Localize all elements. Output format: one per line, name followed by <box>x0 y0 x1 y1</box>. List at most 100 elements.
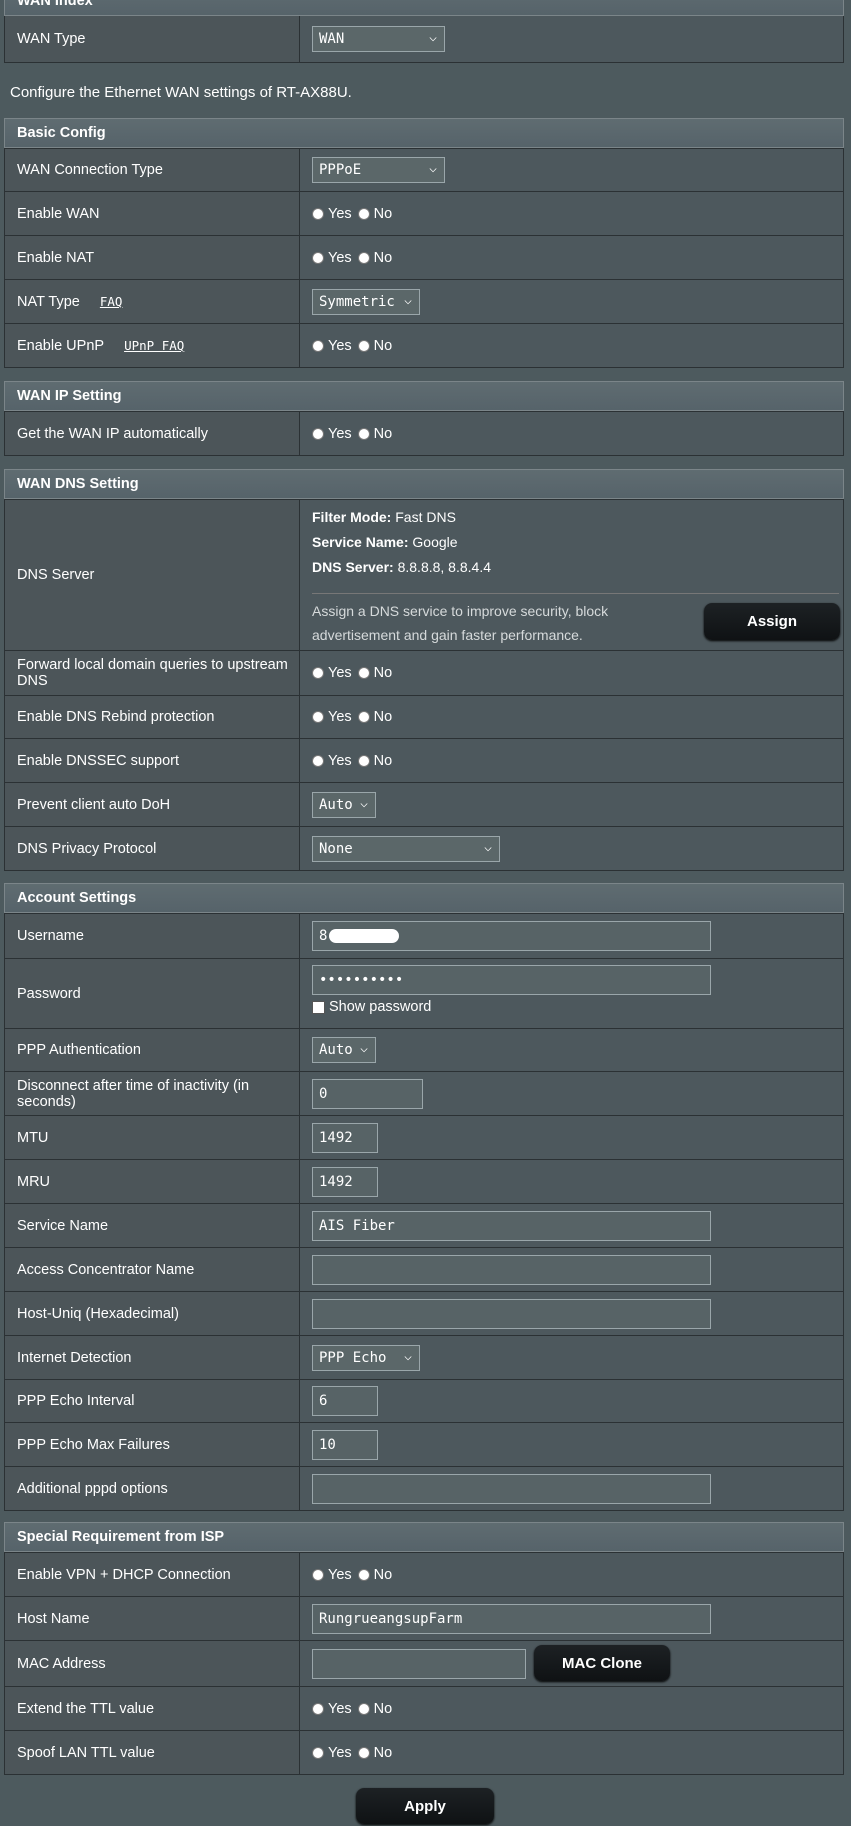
dns-privacy-value: None <box>319 840 353 857</box>
password-input[interactable]: •••••••••• <box>312 965 711 995</box>
row-mtu: MTU 1492 <box>4 1116 844 1160</box>
dns-filter-mode: Filter Mode: Fast DNS <box>312 509 456 525</box>
enable-wan-no-radio[interactable]: No <box>357 206 392 222</box>
mtu-input[interactable]: 1492 <box>312 1122 378 1153</box>
chevron-down-icon: ⌵ <box>360 1041 368 1056</box>
row-forward-local: Forward local domain queries to upstream… <box>4 651 844 696</box>
row-mac-address: MAC Address MAC Clone <box>4 1641 844 1687</box>
row-vpn-dhcp: Enable VPN + DHCP Connection Yes No <box>4 1552 844 1597</box>
row-doh: Prevent client auto DoH Auto ⌵ <box>4 783 844 827</box>
page-intro: Configure the Ethernet WAN settings of R… <box>10 84 352 101</box>
forward-local-no-radio[interactable]: No <box>357 665 392 681</box>
row-dnssec: Enable DNSSEC support Yes No <box>4 739 844 783</box>
show-password-checkbox[interactable] <box>312 1000 325 1014</box>
wan-ip-auto-no-radio[interactable]: No <box>357 426 392 442</box>
dns-privacy-select[interactable]: None ⌵ <box>312 835 500 862</box>
doh-select[interactable]: Auto ⌵ <box>312 791 376 818</box>
echo-max-input[interactable]: 10 <box>312 1429 378 1460</box>
extend-ttl-yes-radio[interactable]: Yes <box>312 1701 352 1717</box>
username-input[interactable]: 8 <box>312 921 711 951</box>
host-name-input[interactable]: RungrueangsupFarm <box>312 1603 711 1634</box>
row-disconnect: Disconnect after time of inactivity (in … <box>4 1072 844 1116</box>
wan-type-value: WAN <box>319 31 345 47</box>
dnssec-label: Enable DNSSEC support <box>5 739 300 782</box>
internet-detection-select[interactable]: PPP Echo ⌵ <box>312 1344 420 1371</box>
ac-name-input[interactable] <box>312 1254 711 1285</box>
dns-server-label: DNS Server <box>5 500 300 650</box>
disconnect-input[interactable]: 0 <box>312 1078 423 1109</box>
service-name-input[interactable]: AIS Fiber <box>312 1210 711 1241</box>
upnp-faq-link[interactable]: UPnP FAQ <box>124 338 184 353</box>
dnssec-no-radio[interactable]: No <box>357 753 392 769</box>
redaction <box>329 929 400 943</box>
chevron-down-icon: ⌵ <box>429 161 437 176</box>
chevron-down-icon: ⌵ <box>404 1348 412 1364</box>
nat-type-select[interactable]: Symmetric ⌵ <box>312 288 420 315</box>
upnp-no-radio[interactable]: No <box>357 338 392 354</box>
conn-type-select[interactable]: PPPoE ⌵ <box>312 157 445 183</box>
echo-max-label: PPP Echo Max Failures <box>5 1423 300 1466</box>
row-pppd-options: Additional pppd options <box>4 1467 844 1511</box>
mru-input[interactable]: 1492 <box>312 1166 378 1197</box>
row-dns-rebind: Enable DNS Rebind protection Yes No <box>4 696 844 739</box>
internet-detection-value: PPP Echo <box>319 1349 387 1366</box>
mru-label: MRU <box>5 1160 300 1203</box>
ac-name-label: Access Concentrator Name <box>5 1248 300 1291</box>
enable-wan-label: Enable WAN <box>5 192 300 235</box>
spoof-ttl-label: Spoof LAN TTL value <box>5 1731 300 1774</box>
internet-detection-label: Internet Detection <box>5 1336 300 1379</box>
pppd-options-input[interactable] <box>312 1473 711 1504</box>
nat-type-value: Symmetric <box>319 293 395 310</box>
nat-faq-link[interactable]: FAQ <box>100 294 123 309</box>
dns-privacy-label: DNS Privacy Protocol <box>5 827 300 870</box>
password-label: Password <box>5 959 300 1028</box>
enable-nat-yes-radio[interactable]: Yes <box>312 250 352 266</box>
spoof-ttl-no-radio[interactable]: No <box>357 1745 392 1761</box>
enable-nat-no-radio[interactable]: No <box>357 250 392 266</box>
dns-rebind-no-radio[interactable]: No <box>357 709 392 725</box>
disconnect-label: Disconnect after time of inactivity (in … <box>5 1072 300 1115</box>
echo-interval-label: PPP Echo Interval <box>5 1380 300 1422</box>
mac-clone-button[interactable]: MAC Clone <box>534 1645 670 1681</box>
doh-label: Prevent client auto DoH <box>5 783 300 826</box>
ppp-auth-select[interactable]: Auto ⌵ <box>312 1037 376 1063</box>
upnp-yes-radio[interactable]: Yes <box>312 338 352 354</box>
forward-local-yes-radio[interactable]: Yes <box>312 665 352 681</box>
wan-type-select[interactable]: WAN ⌵ <box>312 26 445 52</box>
enable-nat-label: Enable NAT <box>5 236 300 279</box>
chevron-down-icon: ⌵ <box>360 795 368 811</box>
dns-rebind-yes-radio[interactable]: Yes <box>312 709 352 725</box>
username-value: 8 <box>319 928 328 944</box>
row-host-uniq: Host-Uniq (Hexadecimal) <box>4 1292 844 1336</box>
dns-server-value: DNS Server: 8.8.8.8, 8.8.4.4 <box>312 559 491 575</box>
row-wan-ip-auto: Get the WAN IP automatically Yes No <box>4 411 844 456</box>
divider <box>312 593 839 594</box>
mac-address-label: MAC Address <box>5 1641 300 1686</box>
wan-type-label: WAN Type <box>5 16 300 62</box>
row-ac-name: Access Concentrator Name <box>4 1248 844 1292</box>
dnssec-yes-radio[interactable]: Yes <box>312 753 352 769</box>
spoof-ttl-yes-radio[interactable]: Yes <box>312 1745 352 1761</box>
pppd-options-label: Additional pppd options <box>5 1467 300 1510</box>
mac-address-input[interactable] <box>312 1648 526 1679</box>
host-uniq-input[interactable] <box>312 1298 711 1329</box>
extend-ttl-no-radio[interactable]: No <box>357 1701 392 1717</box>
row-username: Username 8 <box>4 913 844 959</box>
vpn-dhcp-yes-radio[interactable]: Yes <box>312 1567 352 1583</box>
row-conn-type: WAN Connection Type PPPoE ⌵ <box>4 148 844 192</box>
section-header-wan-index: WAN Index <box>4 0 844 16</box>
host-name-label: Host Name <box>5 1597 300 1640</box>
doh-value: Auto <box>319 796 353 813</box>
row-host-name: Host Name RungrueangsupFarm <box>4 1597 844 1641</box>
apply-button[interactable]: Apply <box>356 1788 494 1824</box>
chevron-down-icon: ⌵ <box>429 30 437 45</box>
enable-wan-yes-radio[interactable]: Yes <box>312 206 352 222</box>
vpn-dhcp-no-radio[interactable]: No <box>357 1567 392 1583</box>
assign-button[interactable]: Assign <box>704 603 840 640</box>
row-dns-server: DNS Server Filter Mode: Fast DNS Service… <box>4 499 844 651</box>
row-dns-privacy: DNS Privacy Protocol None ⌵ <box>4 827 844 871</box>
wan-ip-auto-yes-radio[interactable]: Yes <box>312 426 352 442</box>
row-wan-type: WAN Type WAN ⌵ <box>4 16 844 63</box>
dns-rebind-label: Enable DNS Rebind protection <box>5 696 300 738</box>
echo-interval-input[interactable]: 6 <box>312 1386 378 1416</box>
